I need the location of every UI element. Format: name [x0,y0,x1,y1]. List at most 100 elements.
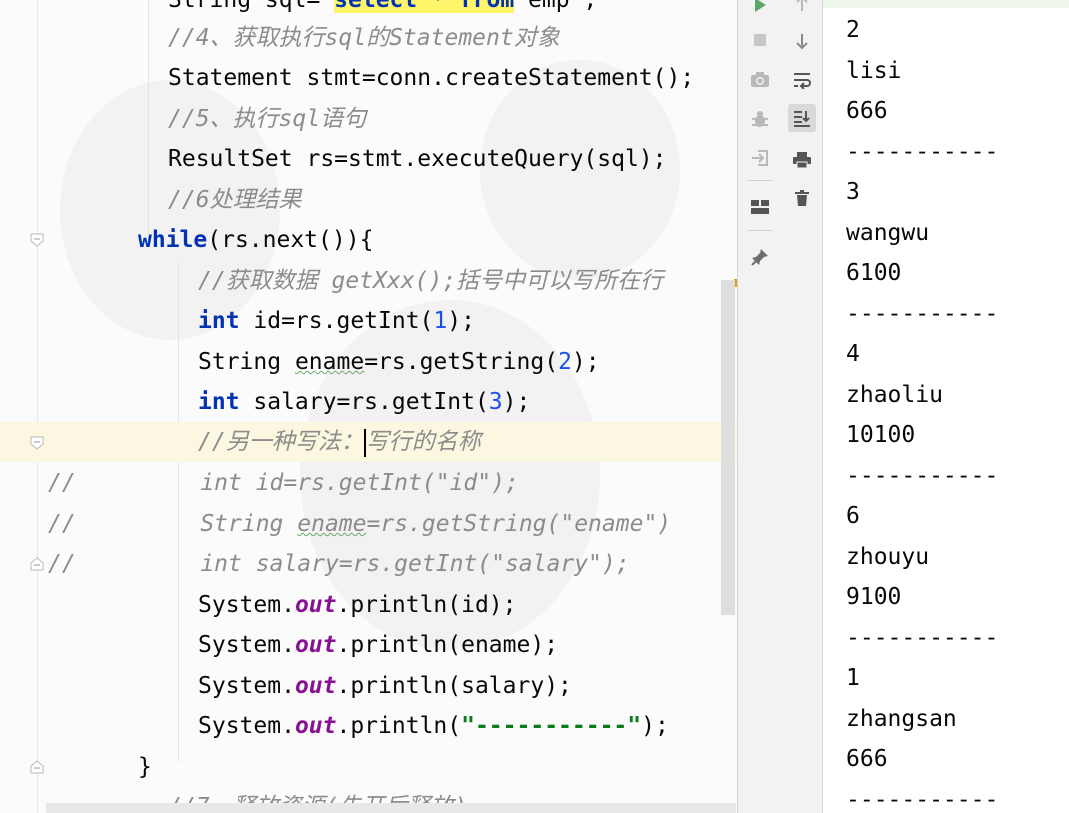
toolbar-separator [748,180,772,181]
console-line: ----------- [846,787,999,813]
up-arrow-icon[interactable] [788,0,816,18]
code-text: ); [447,308,475,334]
console-line: ----------- [846,625,999,651]
code-line[interactable]: ResultSet rs=stmt.executeQuery(sql); [168,141,667,177]
console-toolbar [782,0,823,813]
console-line: 4 [846,341,860,367]
console-line: 666 [846,746,888,772]
static-field: out [294,632,337,658]
console-line: zhouyu [846,544,930,570]
console-line: 6100 [846,260,902,286]
typo-word: ename [294,349,365,375]
horizontal-scrollbar[interactable] [46,803,736,813]
static-field: out [294,673,337,699]
code-comment[interactable]: // int id=rs.getInt("id"); [48,465,519,501]
code-comment[interactable]: //获取数据 getXxx();括号中可以写所在行 [198,263,663,299]
comment-text: 写行的名称 [365,429,481,455]
console-line: 6 [846,503,860,529]
comment-text: //另一种写法： [198,429,364,455]
console-line: 666 [846,98,888,124]
code-comment[interactable]: // int salary=rs.getInt("salary"); [48,546,630,582]
fold-icon[interactable] [30,436,44,450]
code-line[interactable]: String ename=rs.getString(2); [198,344,600,380]
code-text: .println(id); [336,592,517,618]
string-literal: "-----------" [461,713,642,739]
console-line: lisi [846,58,902,84]
scroll-to-end-icon[interactable] [788,104,816,132]
code-line[interactable]: System.out.println("-----------"); [198,708,669,744]
down-arrow-icon[interactable] [788,27,816,55]
code-line[interactable]: } [138,749,152,785]
code-comment[interactable]: //4、获取执行sql的Statement对象 [168,20,560,56]
code-text: (rs.next()){ [207,227,374,253]
code-text: salary=rs.getInt( [239,389,489,415]
code-line[interactable]: while(rs.next()){ [138,222,373,258]
code-text: System. [198,632,295,658]
code-text: emp"; [514,0,598,13]
console-line: 1 [846,665,860,691]
fold-icon[interactable] [30,557,44,571]
console-line: ----------- [846,301,999,327]
run-icon[interactable] [746,0,774,19]
run-toolbar [737,0,783,813]
code-editor[interactable]: String sql="select * from emp"; //4、获取执行… [0,0,737,813]
print-icon[interactable] [788,146,816,174]
console-line: ----------- [846,463,999,489]
number-literal: 1 [433,308,448,334]
code-text: .println( [336,713,462,739]
vertical-scrollbar[interactable] [721,280,735,615]
code-line[interactable]: int id=rs.getInt(1); [198,303,475,339]
toolbar-separator [748,230,772,231]
code-line[interactable]: System.out.println(id); [198,587,517,623]
stop-icon[interactable] [746,26,774,54]
keyword: int [198,308,240,334]
code-comment[interactable]: //另一种写法：写行的名称 [198,424,481,460]
code-text: .println(ename); [336,632,559,658]
code-text: ); [571,349,600,375]
gutter-divider [37,0,38,813]
login-icon[interactable] [746,144,774,172]
number-literal: 2 [558,349,572,375]
comment-text: // String [48,511,298,537]
debug-icon[interactable] [746,106,774,134]
console-line: zhangsan [846,706,957,732]
console-line: 9100 [846,584,902,610]
trash-icon[interactable] [788,184,816,212]
code-text: id=rs.getInt( [239,308,434,334]
number-literal: 3 [488,389,503,415]
code-line[interactable]: System.out.println(ename); [198,627,558,663]
comment-text: =rs.getString("ename") [366,511,672,537]
fold-icon[interactable] [30,233,44,247]
code-text: =rs.getString( [364,349,559,375]
code-comment[interactable]: //5、执行sql语句 [168,101,366,137]
code-comment[interactable]: // String ename=rs.getString("ename") [48,506,671,542]
static-field: out [294,592,337,618]
code-text: String sql=" [168,0,335,13]
code-line[interactable]: int salary=rs.getInt(3); [198,384,530,420]
code-comment[interactable]: //6处理结果 [168,182,302,218]
code-text: System. [198,673,295,699]
console-line: 3 [846,179,860,205]
code-text: System. [198,592,295,618]
code-text: String [198,349,295,375]
console-line: wangwu [846,220,930,246]
fold-icon[interactable] [30,760,44,774]
code-line[interactable]: Statement stmt=conn.createStatement(); [168,60,694,96]
keyword: while [138,227,208,253]
indent-guide [148,0,149,240]
pin-icon[interactable] [746,243,774,271]
console-line: ----------- [846,139,999,165]
console-line: zhaoliu [846,382,943,408]
camera-icon[interactable] [746,66,774,94]
code-text: ); [502,389,531,415]
console-header-strip [823,0,1069,8]
layout-icon[interactable] [746,193,774,221]
code-line[interactable]: System.out.println(salary); [198,668,572,704]
soft-wrap-icon[interactable] [788,66,816,94]
code-text: .println(salary); [336,673,572,699]
code-text: ); [641,713,669,739]
console-line: 10100 [846,422,916,448]
console-output[interactable]: 2 lisi 666 ----------- 3 wangwu 6100 ---… [823,0,1069,813]
code-line[interactable]: String sql="select * from emp"; [168,0,597,18]
console-line: 2 [846,17,860,43]
